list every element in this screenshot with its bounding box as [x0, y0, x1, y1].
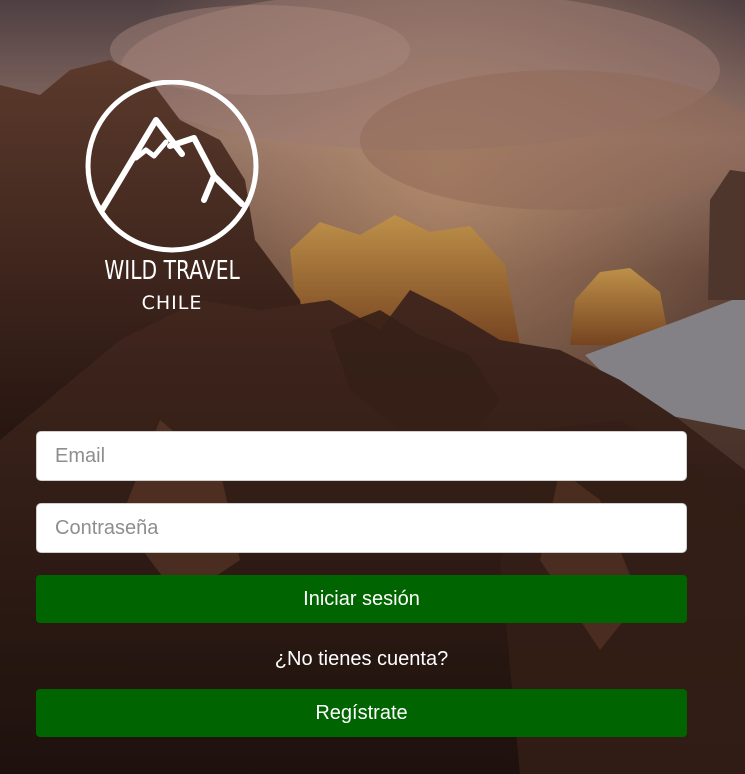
password-input[interactable] [36, 503, 687, 553]
brand-title: WILD TRAVEL [104, 256, 240, 286]
mountain-circle-logo-icon [85, 80, 259, 253]
register-button[interactable]: Regístrate [36, 689, 687, 737]
brand-subtitle: CHILE [141, 292, 203, 314]
no-account-text: ¿No tienes cuenta? [274, 648, 449, 670]
brand-logo: WILD TRAVEL CHILE [84, 80, 260, 320]
login-button[interactable]: Iniciar sesión [36, 575, 687, 623]
email-input[interactable] [36, 431, 687, 481]
login-screen: WILD TRAVEL CHILE Iniciar sesión ¿No tie… [0, 0, 745, 774]
